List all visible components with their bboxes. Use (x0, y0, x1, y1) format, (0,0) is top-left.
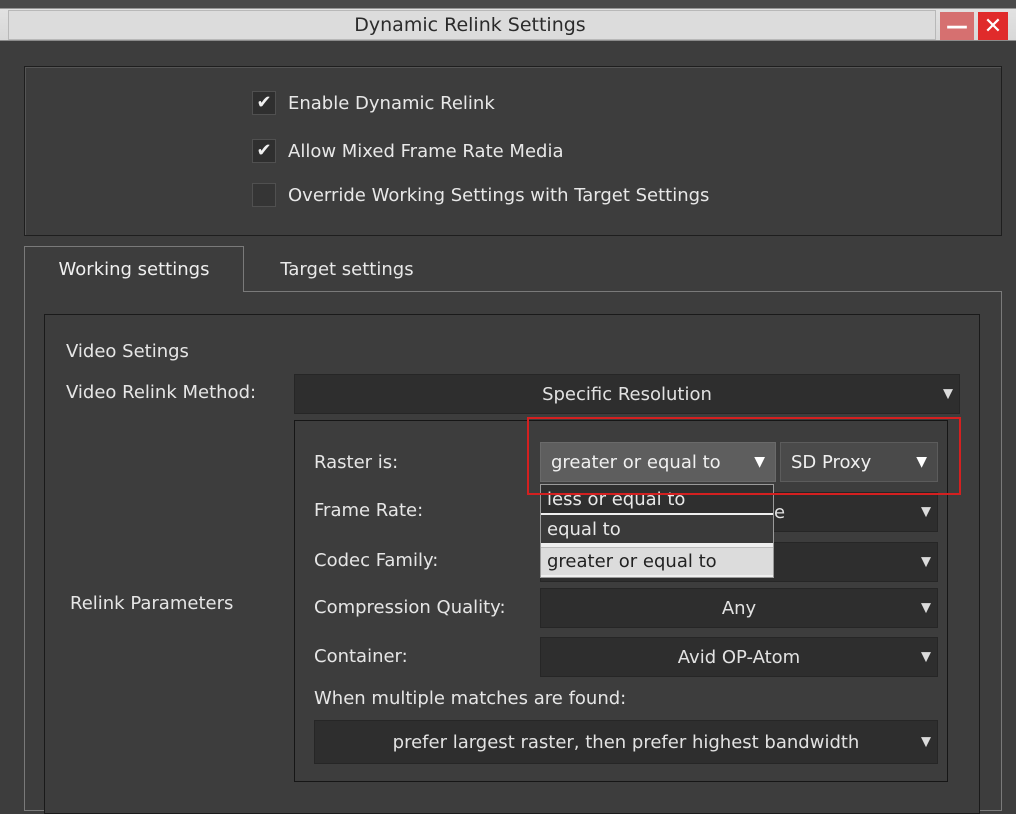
tab-target-settings[interactable]: Target settings (262, 246, 432, 292)
close-button[interactable]: ✕ (978, 12, 1008, 40)
enable-dynamic-relink-checkbox[interactable]: ✔ (252, 91, 276, 115)
dropdown-arrow-icon: ▼ (754, 454, 765, 470)
video-settings-heading: Video Setings (66, 341, 189, 362)
window-title: Dynamic Relink Settings (354, 14, 586, 36)
raster-operator-select[interactable]: greater or equal to ▼ (540, 442, 776, 482)
override-working-settings-checkbox[interactable] (252, 183, 276, 207)
dropdown-arrow-icon: ▼ (921, 504, 931, 520)
dropdown-arrow-icon: ▼ (921, 734, 931, 750)
relink-parameters-label: Relink Parameters (70, 593, 234, 614)
codec-family-label: Codec Family: (314, 550, 439, 571)
multiple-matches-label: When multiple matches are found: (314, 688, 627, 709)
multiple-matches-value: prefer largest raster, then prefer highe… (392, 731, 860, 753)
close-icon: ✕ (983, 13, 1003, 39)
compression-quality-label: Compression Quality: (314, 597, 506, 618)
override-working-settings-label: Override Working Settings with Target Se… (288, 184, 710, 206)
raster-option-equal[interactable]: equal to (541, 515, 773, 543)
check-icon: ✔ (256, 140, 272, 161)
raster-option-greater-or-equal[interactable]: greater or equal to (541, 547, 773, 575)
minimize-button[interactable]: — (940, 12, 974, 40)
video-relink-method-label: Video Relink Method: (66, 382, 257, 403)
tab-working-settings-label: Working settings (58, 259, 210, 280)
allow-mixed-frame-rate-option[interactable]: ✔ Allow Mixed Frame Rate Media (252, 136, 563, 166)
container-select[interactable]: Avid OP-Atom ▼ (540, 637, 938, 677)
compression-quality-select[interactable]: Any ▼ (540, 588, 938, 628)
raster-value: SD Proxy (791, 451, 872, 473)
allow-mixed-frame-rate-checkbox[interactable]: ✔ (252, 139, 276, 163)
raster-label: Raster is: (314, 452, 399, 473)
raster-operator-dropdown-list: less or equal to equal to greater or equ… (540, 484, 774, 578)
frame-rate-label: Frame Rate: (314, 500, 424, 521)
check-icon: ✔ (256, 92, 272, 113)
video-relink-method-value: Specific Resolution (542, 383, 712, 405)
tab-working-settings[interactable]: Working settings (24, 246, 244, 292)
dropdown-arrow-icon: ▼ (921, 600, 931, 616)
minimize-icon: — (946, 13, 968, 39)
dropdown-arrow-icon: ▼ (916, 454, 927, 470)
enable-dynamic-relink-option[interactable]: ✔ Enable Dynamic Relink (252, 88, 495, 118)
allow-mixed-frame-rate-label: Allow Mixed Frame Rate Media (288, 140, 564, 162)
video-relink-method-select[interactable]: Specific Resolution ▼ (294, 374, 960, 414)
dropdown-arrow-icon: ▼ (921, 554, 931, 570)
override-working-settings-option[interactable]: Override Working Settings with Target Se… (252, 180, 709, 210)
raster-option-less-or-equal[interactable]: less or equal to (541, 485, 773, 513)
multiple-matches-select[interactable]: prefer largest raster, then prefer highe… (314, 720, 938, 764)
compression-quality-value: Any (721, 597, 757, 619)
container-label: Container: (314, 646, 408, 667)
dropdown-arrow-icon: ▼ (921, 649, 931, 665)
enable-dynamic-relink-label: Enable Dynamic Relink (288, 92, 495, 114)
raster-value-select[interactable]: SD Proxy ▼ (780, 442, 938, 482)
tab-target-settings-label: Target settings (280, 258, 414, 280)
container-value: Avid OP-Atom (677, 646, 801, 668)
dropdown-arrow-icon: ▼ (943, 386, 953, 402)
raster-operator-value: greater or equal to (551, 451, 721, 473)
